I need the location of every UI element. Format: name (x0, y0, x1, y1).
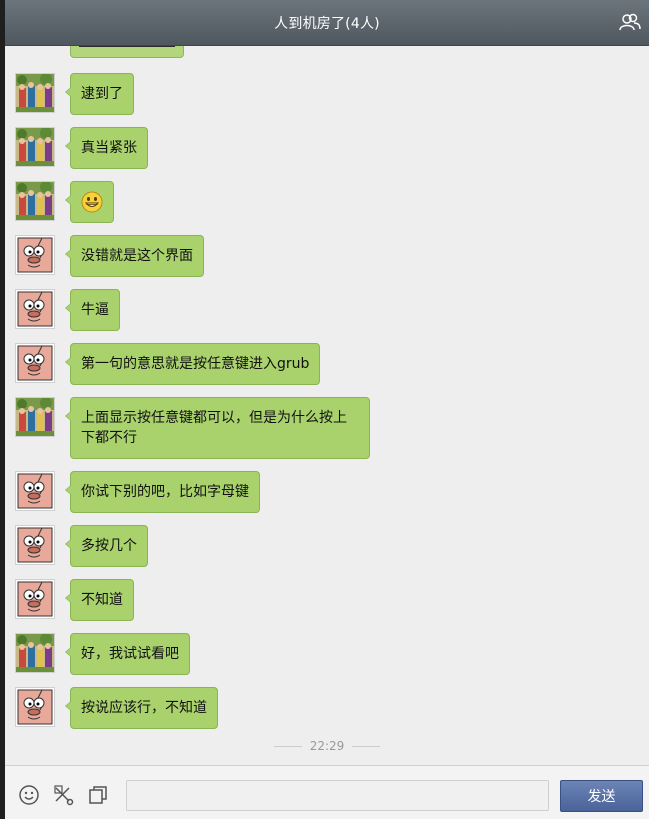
message-bubble[interactable]: 没错就是这个界面 (65, 235, 204, 277)
message-bubble[interactable] (65, 181, 114, 223)
photo-avatar[interactable] (15, 181, 55, 221)
message-text: 上面显示按任意键都可以，但是为什么按上下都不行 (81, 410, 347, 446)
chat-title: 人到机房了(4人) (274, 15, 380, 32)
message-bubble[interactable]: 真当紧张 (65, 127, 148, 169)
message-bubble[interactable]: 好，我试试看吧 (65, 633, 190, 675)
message-text: 没错就是这个界面 (81, 248, 193, 264)
smiley-icon[interactable] (18, 784, 40, 806)
image-thumbnail[interactable] (79, 46, 175, 47)
message-bubble[interactable]: 不知道 (65, 579, 134, 621)
message-bubble[interactable]: 第一句的意思就是按任意键进入grub (64, 343, 321, 385)
photo-avatar[interactable] (15, 397, 55, 437)
photo-avatar[interactable] (15, 127, 55, 167)
input-toolbar: 发送 (5, 765, 649, 819)
message-text: 按说应该行，不知道 (81, 700, 207, 716)
grin-emoji (81, 191, 103, 213)
message-bubble[interactable]: 你试下别的吧，比如字母键 (65, 471, 260, 513)
message-bubble[interactable]: 牛逼 (65, 289, 120, 331)
message-text: 逮到了 (81, 86, 123, 102)
message-bubble[interactable]: 多按几个 (65, 525, 148, 567)
scissors-icon[interactable] (53, 784, 75, 806)
send-button[interactable]: 发送 (560, 780, 643, 812)
message-input[interactable] (126, 780, 549, 811)
cartoon-avatar[interactable] (15, 471, 55, 511)
cartoon-avatar[interactable] (15, 525, 55, 565)
message-text: 真当紧张 (81, 140, 137, 156)
photo-avatar[interactable] (15, 73, 55, 113)
cartoon-avatar[interactable] (15, 579, 55, 619)
message-bubble[interactable]: 上面显示按任意键都可以，但是为什么按上下都不行 (65, 397, 370, 459)
message-list[interactable]: 逮到了真当紧张没错就是这个界面 牛逼第一句的意思就是按任意键进入grub 上面显示按… (5, 46, 649, 765)
cartoon-avatar[interactable] (15, 343, 55, 383)
message-text: 好，我试试看吧 (81, 646, 179, 662)
message-bubble[interactable]: 逮到了 (65, 73, 134, 115)
message-text: 不知道 (81, 592, 123, 608)
photo-avatar[interactable] (15, 633, 55, 673)
message-text: 多按几个 (81, 538, 137, 554)
message-text: 第一句的意思就是按任意键进入grub (81, 356, 310, 372)
message-text: 牛逼 (81, 302, 109, 318)
title-bar: 人到机房了(4人) (5, 0, 649, 46)
chat-window: 人到机房了(4人) 逮到了真当紧张没错就是这个界面 牛逼第一句的意思就是按任意键进… (5, 0, 649, 819)
cartoon-avatar[interactable] (15, 687, 55, 727)
group-members-icon[interactable] (619, 13, 641, 31)
message-text: 你试下别的吧，比如字母键 (81, 484, 249, 500)
cartoon-avatar[interactable] (15, 289, 55, 329)
message-bubble[interactable]: 按说应该行，不知道 (65, 687, 218, 729)
cartoon-avatar[interactable] (15, 235, 55, 275)
copy-icon[interactable] (87, 784, 109, 806)
image-message-partial[interactable] (70, 46, 184, 58)
message-timestamp: 22:29 (5, 739, 649, 753)
